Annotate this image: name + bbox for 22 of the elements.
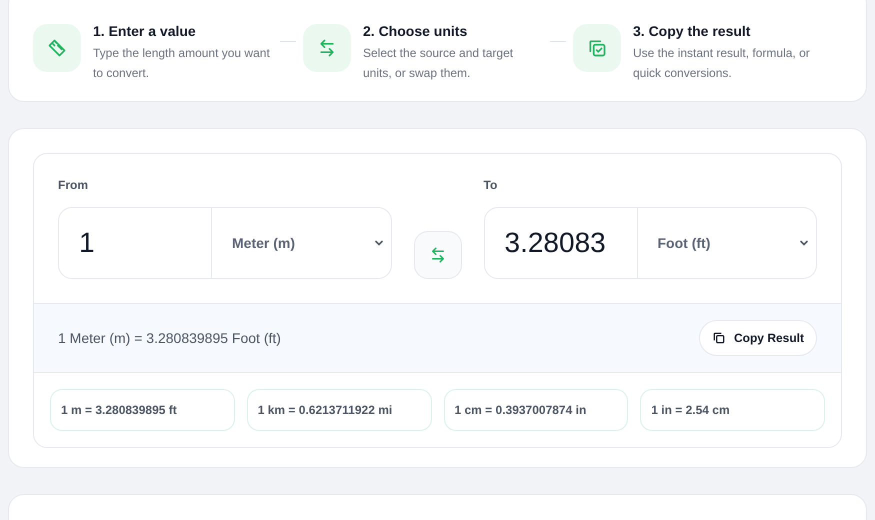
- unit-select[interactable]: Foot (ft): [638, 207, 817, 279]
- step-title: 3. Copy the result: [633, 23, 752, 39]
- step-description: Type the length amount you want to convert.: [93, 45, 271, 82]
- copy-result-button[interactable]: Copy Result: [698, 320, 817, 356]
- quick-conversion-chip[interactable]: 1 km = 0.6213711922 mi: [246, 389, 432, 431]
- ruler-icon: [47, 38, 67, 58]
- result-input[interactable]: 3.28083: [484, 207, 638, 279]
- value-input[interactable]: 1: [58, 207, 212, 279]
- unit-select[interactable]: Meter (m): [212, 207, 392, 279]
- formula-text: 1 Meter (m) = 3.280839895 Foot (ft): [58, 330, 281, 346]
- step-title: 2. Choose units: [363, 23, 468, 39]
- copy-icon: [712, 331, 726, 345]
- copy-check-icon: [587, 38, 607, 58]
- quick-conversion-chip[interactable]: 1 cm = 0.3937007874 in: [444, 389, 628, 431]
- quick-conversion-chip[interactable]: 1 m = 3.280839895 ft: [50, 389, 235, 431]
- step-title: 1. Enter a value: [93, 23, 197, 39]
- quick-conversion-chip[interactable]: 1 in = 2.54 cm: [640, 389, 825, 431]
- step-description: Use the instant result, formula, or quick conversions.: [633, 45, 811, 82]
- swap-button[interactable]: [414, 231, 462, 279]
- field-label: From: [58, 178, 89, 192]
- step-description: Select the source and target units, or swap them.: [363, 45, 514, 82]
- field-label: To: [484, 178, 498, 192]
